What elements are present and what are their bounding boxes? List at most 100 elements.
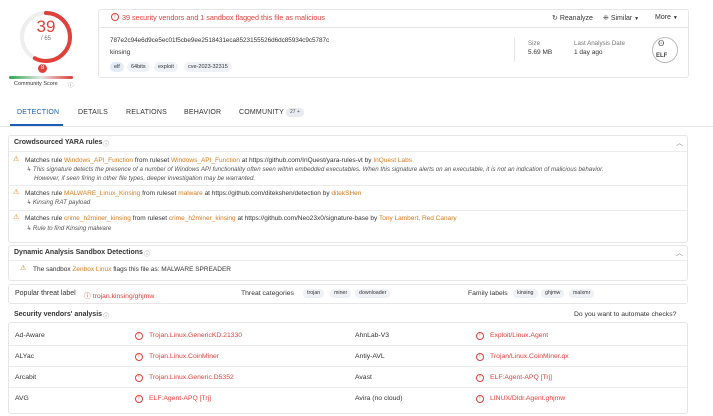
vendor-result: Trojan.Linux.GenericKD.21330 [149, 332, 243, 339]
chevron-up-icon[interactable]: ︿ [676, 138, 683, 148]
vendors-table [8, 322, 688, 414]
divider [9, 345, 687, 346]
family-label[interactable]: ghjmw [541, 289, 565, 298]
yara-rule-match: Matches rule crime_h2miner_kinsing from … [25, 215, 457, 222]
section-title: Crowdsourced YARA rules [14, 139, 103, 146]
section-title: Dynamic Analysis Sandbox Detections [14, 249, 143, 256]
warning-icon: ⚠ [13, 189, 20, 196]
chevron-down-icon: ▼ [672, 15, 678, 21]
warning-icon: ⚠ [20, 265, 27, 272]
yara-rule-match: Matches rule MALWARE_Linux_Kinsing from … [25, 190, 362, 197]
divider [9, 366, 687, 367]
vendor-name: ALYac [15, 353, 35, 360]
alert-icon: ! [135, 332, 143, 340]
file-tag[interactable]: exploit [154, 62, 178, 72]
rule-description-cont: However, if seen firing in other file ty… [34, 175, 256, 182]
divider [9, 185, 687, 186]
automate-checks-link[interactable]: Do you want to automate checks? [574, 311, 676, 318]
file-sha256[interactable]: 787e2c94e6d9ce5ec01f5cbe9ee2518431eca852… [110, 37, 329, 44]
vendor-name: AhnLab-V3 [355, 332, 390, 339]
similar-button[interactable]: ⁜ Similar ▼ [603, 14, 639, 22]
file-type-badge [652, 37, 678, 63]
rule-link[interactable]: crime_h2miner_kinsing [64, 215, 131, 222]
tab-community[interactable]: COMMUNITY [239, 109, 284, 116]
family-label[interactable]: malxmr [569, 289, 595, 298]
tab-bar-border [0, 126, 713, 127]
reanalyze-button[interactable]: ↻ Reanalyze [552, 14, 593, 22]
yara-rule-match: Matches rule Windows_API_Function from r… [25, 157, 412, 164]
size-label: Size [528, 40, 541, 47]
file-tag[interactable]: elf [110, 62, 124, 72]
family-labels-title: Family labels [468, 290, 508, 297]
chevron-down-icon: ▼ [634, 16, 640, 22]
popular-threat-label-title: Popular threat label [15, 290, 76, 297]
vendor-result: ELF:Agent-APQ [Trj] [149, 395, 212, 402]
vendor-name: AVG [15, 395, 29, 402]
last-analysis-label: Last Analysis Date [574, 40, 625, 47]
threat-category[interactable]: downloader [355, 289, 391, 298]
vendor-name: Antiy-AVL [355, 353, 385, 360]
info-icon[interactable]: ⓘ [144, 249, 150, 258]
threat-category[interactable]: trojan [303, 289, 325, 298]
malicious-alert: 39 security vendors and 1 sandbox flagge… [122, 13, 325, 22]
vendor-result: LINUX/Dldr.Agent.ghjmw [490, 395, 566, 402]
divider [9, 387, 687, 388]
alert-icon: ! [476, 353, 484, 361]
alert-icon: ! [476, 374, 484, 382]
rule-link[interactable]: MALWARE_Linux_Kinsing [64, 190, 140, 197]
warning-icon: ⚠ [13, 214, 20, 221]
divider [514, 38, 515, 62]
divider [9, 260, 687, 261]
file-name: kinsing [110, 49, 131, 56]
ruleset-link[interactable]: malware [178, 190, 203, 197]
sub-arrow-icon: ↳ [26, 199, 32, 206]
rule-description: ↳ Rule to find Kinsing malware [26, 225, 112, 232]
more-button[interactable]: More ▼ [655, 14, 678, 21]
tab-detection[interactable]: DETECTION [17, 109, 59, 116]
alert-icon: ! [476, 332, 484, 340]
file-tag[interactable]: cve-2023-32315 [184, 62, 232, 72]
community-score-label: Community Score [14, 81, 58, 87]
vendor-result: ELF:Agent-APQ [Trj] [490, 374, 553, 381]
tab-details[interactable]: DETAILS [78, 109, 108, 116]
alert-icon: ! [135, 353, 143, 361]
ruleset-link[interactable]: Windows_API_Function [171, 157, 240, 164]
tab-behavior[interactable]: BEHAVIOR [184, 109, 221, 116]
divider [98, 27, 689, 28]
info-icon[interactable]: ⓘ [103, 139, 109, 148]
alert-icon: ! [135, 374, 143, 382]
divider [9, 151, 687, 152]
linux-penguin-icon: Ꙩ [658, 39, 665, 48]
vendor-result: Trojan.Linux.Generic.D5352 [149, 374, 234, 381]
community-score-pin: 8 [38, 64, 47, 73]
vendor-result: Trojan/Linux.CoinMiner.qx [490, 353, 569, 360]
ruleset-link[interactable]: crime_h2miner_kinsing [169, 215, 236, 222]
section-title: Security vendors' analysis [14, 311, 103, 318]
file-tag[interactable]: 64bits [127, 62, 150, 72]
sandbox-verdict: The sandbox Zenbox Linux flags this file… [33, 266, 231, 273]
chevron-up-icon[interactable]: ︿ [676, 248, 683, 258]
community-score-bar [9, 76, 73, 79]
tab-relations[interactable]: RELATIONS [126, 109, 167, 116]
author-link[interactable]: ditekSHen [331, 190, 361, 197]
threat-category[interactable]: miner [330, 289, 352, 298]
popular-threat-label[interactable]: ⓘ trojan.kinsing/ghjmw [84, 290, 154, 300]
vendor-result: Exploit/Linux.Agent [490, 332, 549, 339]
detection-score: 39 [36, 17, 56, 36]
detection-total: / 65 [40, 36, 51, 42]
author-link[interactable]: Tony Lambert, Red Canary [379, 215, 457, 222]
sub-arrow-icon: ↳ [26, 225, 32, 232]
sandbox-link[interactable]: Zenbox Linux [72, 266, 111, 273]
vendor-name: Avast [355, 374, 372, 381]
similar-icon: ⁜ [603, 15, 609, 22]
alert-icon: ! [111, 13, 119, 21]
author-link[interactable]: InQuest Labs [373, 157, 412, 164]
family-label[interactable]: kinsing [513, 289, 538, 298]
file-type-label: ELF [656, 53, 668, 59]
info-icon[interactable]: ⓘ [103, 311, 109, 320]
info-icon[interactable]: ⓘ [68, 81, 74, 89]
vendor-name: Arcabit [15, 374, 37, 381]
community-count-badge: 27 + [286, 108, 304, 117]
alert-icon: ! [135, 395, 143, 403]
rule-link[interactable]: Windows_API_Function [64, 157, 133, 164]
